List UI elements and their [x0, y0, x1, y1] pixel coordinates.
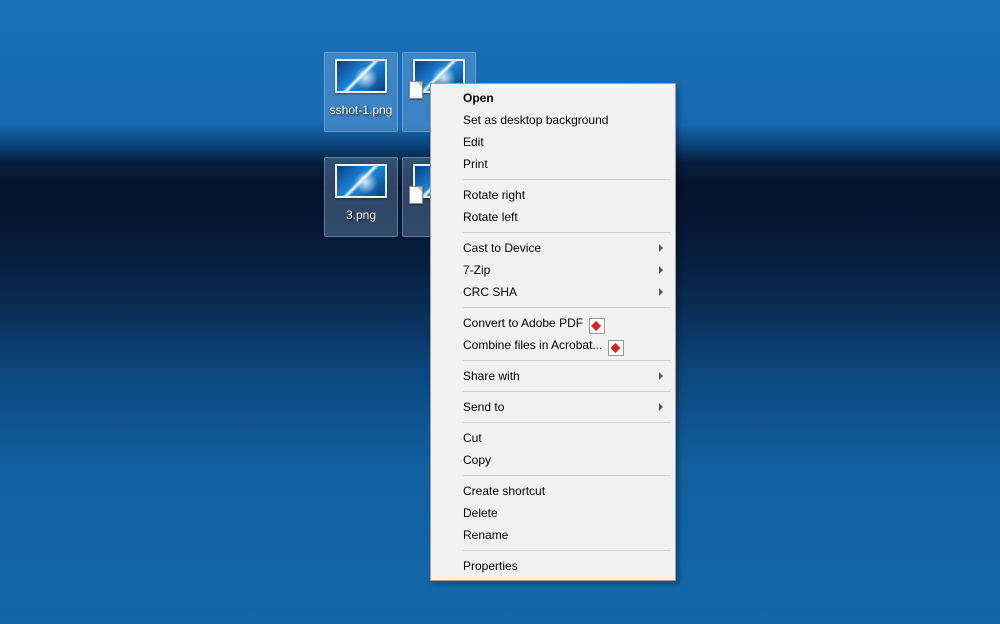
submenu-arrow-icon	[659, 372, 663, 380]
file-label: sshot-1.png	[330, 103, 393, 117]
menu-item-label: Print	[463, 157, 488, 171]
menu-item[interactable]: Cast to Device	[433, 237, 673, 259]
menu-item[interactable]: Convert to Adobe PDF	[433, 312, 673, 334]
menu-separator	[463, 307, 671, 308]
menu-item[interactable]: Open	[433, 87, 673, 109]
menu-item[interactable]: Share with	[433, 365, 673, 387]
menu-item-label: Rotate left	[463, 210, 518, 224]
image-thumbnail-icon	[335, 164, 387, 198]
menu-item-label: Cast to Device	[463, 241, 541, 255]
file-icon[interactable]: 3.png	[324, 157, 398, 237]
menu-item-label: Copy	[463, 453, 491, 467]
menu-item-label: Share with	[463, 369, 520, 383]
menu-item-label: Rotate right	[463, 188, 525, 202]
menu-item-label: CRC SHA	[463, 285, 517, 299]
file-label: 3.png	[346, 208, 376, 222]
adobe-pdf-icon	[589, 318, 605, 334]
file-icon[interactable]: sshot-1.png	[324, 52, 398, 132]
context-menu: Open Set as desktop background Edit Print Ro…	[430, 83, 676, 581]
menu-item[interactable]: Send to	[433, 396, 673, 418]
menu-separator	[463, 179, 671, 180]
menu-item-label: Convert to Adobe PDF	[463, 316, 583, 330]
menu-separator	[463, 550, 671, 551]
menu-item[interactable]: Set as desktop background	[433, 109, 673, 131]
menu-item-label: Set as desktop background	[463, 113, 608, 127]
menu-item-label: Open	[463, 91, 494, 105]
menu-item[interactable]: Create shortcut	[433, 480, 673, 502]
menu-item-label: Delete	[463, 506, 498, 520]
menu-separator	[463, 232, 671, 233]
menu-item-label: Send to	[463, 400, 504, 414]
menu-separator	[463, 391, 671, 392]
menu-item-label: Rename	[463, 528, 508, 542]
menu-item[interactable]: Rotate right	[433, 184, 673, 206]
menu-item[interactable]: Properties	[433, 555, 673, 577]
menu-item-label: 7-Zip	[463, 263, 490, 277]
page-badge-icon	[409, 186, 423, 204]
image-thumbnail-icon	[335, 59, 387, 93]
page-badge-icon	[409, 81, 423, 99]
acrobat-combine-icon	[608, 340, 624, 356]
menu-item-label: Edit	[463, 135, 484, 149]
menu-item-label: Properties	[463, 559, 518, 573]
menu-separator	[463, 475, 671, 476]
menu-item[interactable]: CRC SHA	[433, 281, 673, 303]
menu-separator	[463, 360, 671, 361]
menu-item[interactable]: Combine files in Acrobat...	[433, 334, 673, 356]
menu-item[interactable]: Cut	[433, 427, 673, 449]
submenu-arrow-icon	[659, 244, 663, 252]
menu-item[interactable]: Copy	[433, 449, 673, 471]
submenu-arrow-icon	[659, 266, 663, 274]
menu-item[interactable]: Print	[433, 153, 673, 175]
submenu-arrow-icon	[659, 288, 663, 296]
menu-item[interactable]: Rename	[433, 524, 673, 546]
menu-item[interactable]: 7-Zip	[433, 259, 673, 281]
menu-item-label: Cut	[463, 431, 482, 445]
menu-item-label: Create shortcut	[463, 484, 545, 498]
submenu-arrow-icon	[659, 403, 663, 411]
menu-item-label: Combine files in Acrobat...	[463, 338, 602, 352]
menu-separator	[463, 422, 671, 423]
menu-item[interactable]: Edit	[433, 131, 673, 153]
menu-item[interactable]: Rotate left	[433, 206, 673, 228]
menu-item[interactable]: Delete	[433, 502, 673, 524]
